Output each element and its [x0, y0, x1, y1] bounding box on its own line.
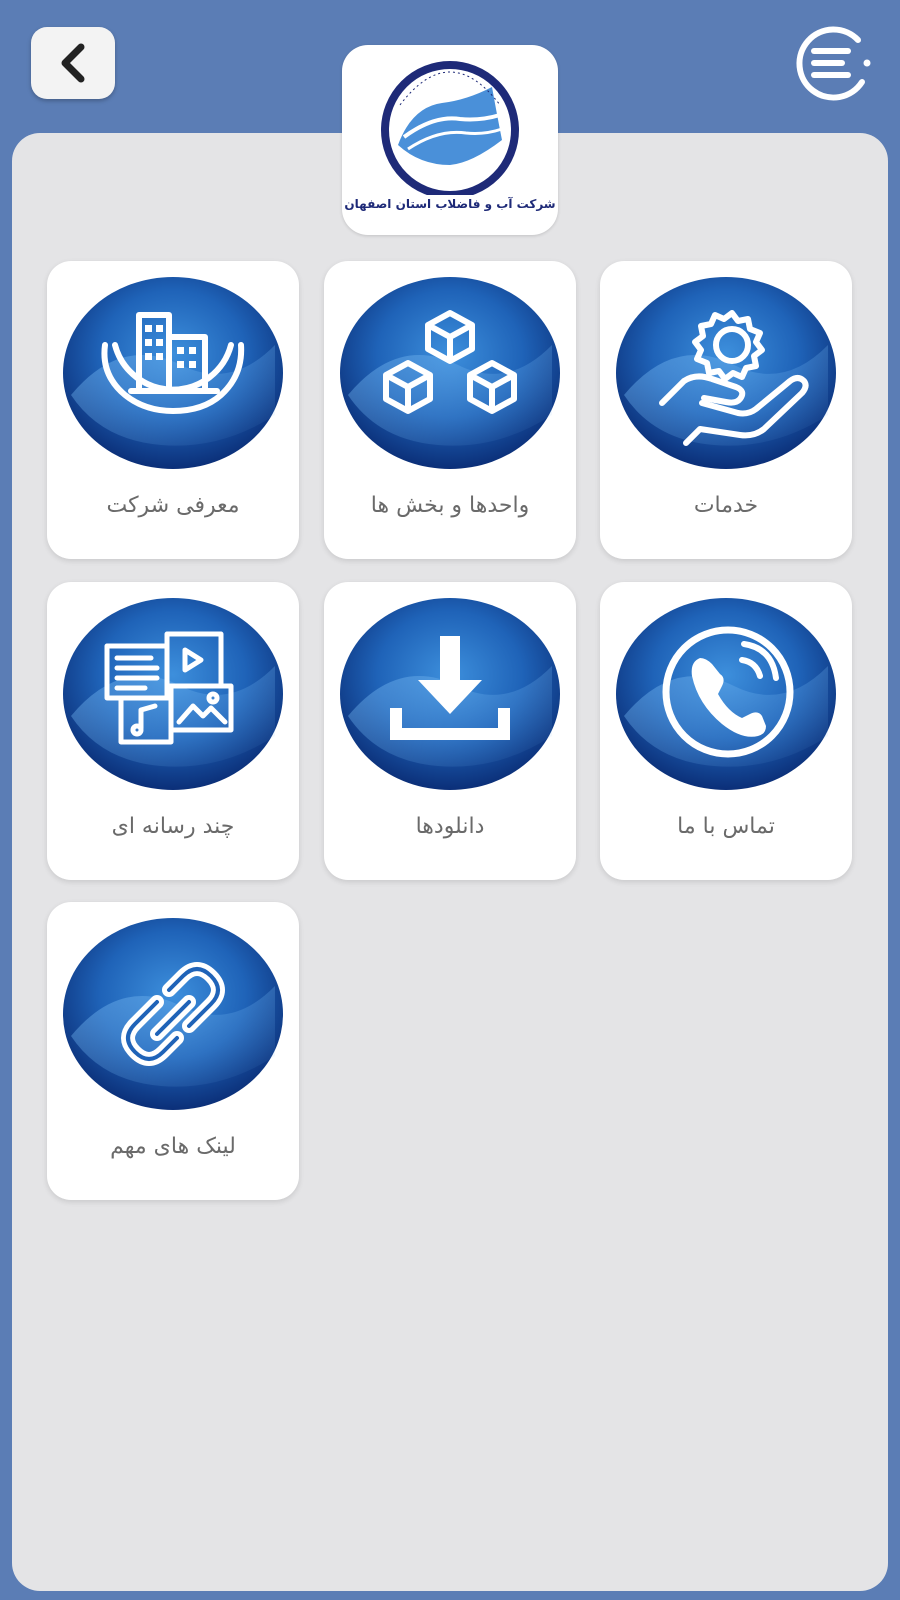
tile-label: چند رسانه ای — [111, 814, 235, 839]
company-logo-card: شرکت آب و فاضلاب استان اصفهان — [342, 45, 558, 235]
phone-call-icon — [616, 598, 836, 790]
tile-label: لینک های مهم — [110, 1134, 236, 1159]
buildings-icon — [63, 277, 283, 469]
tile-label: واحدها و بخش ها — [370, 493, 530, 518]
company-logo — [381, 61, 519, 195]
company-name: شرکت آب و فاضلاب استان اصفهان — [344, 197, 556, 211]
tile-links[interactable]: لینک های مهم — [47, 902, 299, 1200]
boxes-icon — [340, 277, 560, 469]
download-icon — [340, 598, 560, 790]
hamburger-menu-icon — [796, 26, 871, 101]
link-icon — [63, 918, 283, 1110]
tile-label: خدمات — [693, 493, 759, 518]
tile-downloads[interactable]: دانلودها — [324, 582, 576, 880]
tile-about[interactable]: معرفی شرکت — [47, 261, 299, 559]
app-screen: شرکت آب و فاضلاب استان اصفهان خدمات واحد… — [0, 0, 900, 1600]
back-button[interactable] — [31, 27, 115, 99]
tile-services[interactable]: خدمات — [600, 261, 852, 559]
tile-label: دانلودها — [415, 814, 485, 839]
menu-button[interactable] — [792, 24, 874, 102]
tile-units[interactable]: واحدها و بخش ها — [324, 261, 576, 559]
tile-multimedia[interactable]: چند رسانه ای — [47, 582, 299, 880]
tile-label: تماس با ما — [677, 814, 775, 839]
chevron-left-icon — [61, 43, 85, 83]
tile-contact[interactable]: تماس با ما — [600, 582, 852, 880]
tile-label: معرفی شرکت — [106, 493, 240, 518]
hand-gear-icon — [616, 277, 836, 469]
multimedia-icon — [63, 598, 283, 790]
